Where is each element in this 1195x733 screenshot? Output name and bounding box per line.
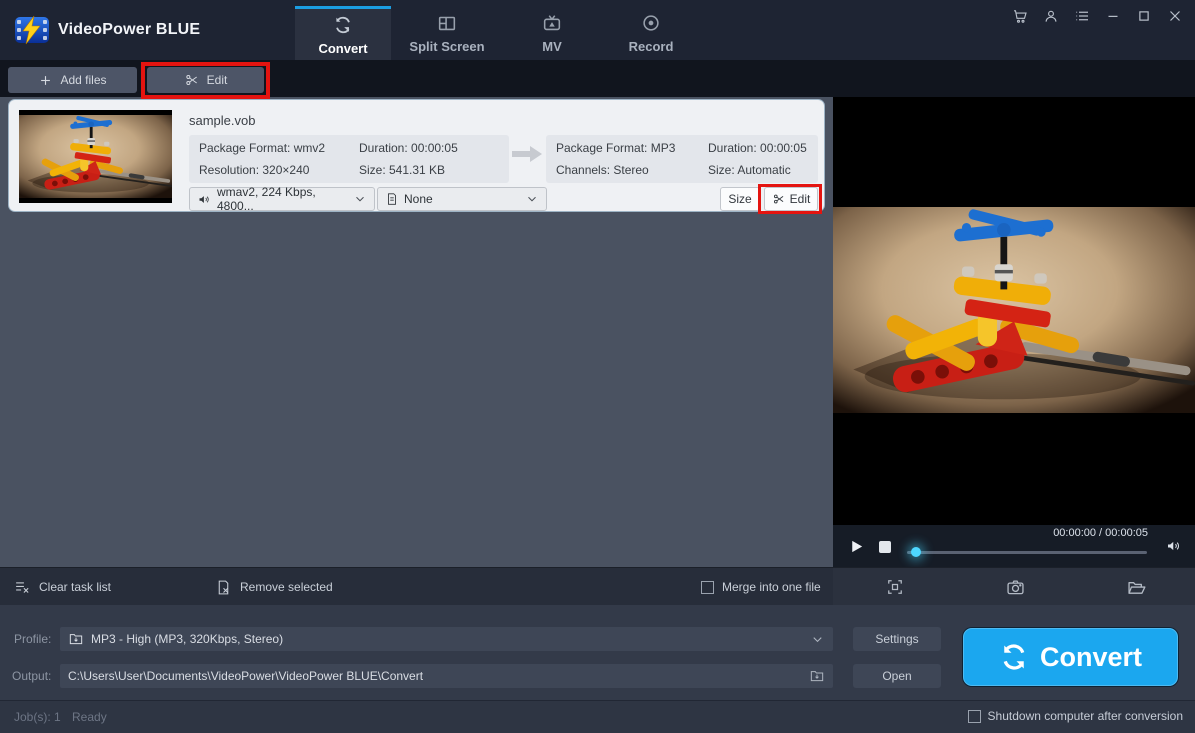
tab-convert[interactable]: Convert xyxy=(295,6,391,60)
camera-icon[interactable] xyxy=(1005,577,1026,598)
preview-tools-bar xyxy=(833,567,1195,605)
user-icon[interactable] xyxy=(1039,4,1063,28)
source-size: Size: 541.31 KB xyxy=(359,163,446,177)
output-path-field[interactable]: C:\Users\User\Documents\VideoPower\Video… xyxy=(60,664,833,688)
size-button[interactable]: Size xyxy=(720,187,760,211)
tab-label: Split Screen xyxy=(409,39,485,54)
remove-doc-icon xyxy=(215,579,232,596)
plus-icon xyxy=(38,73,53,88)
flow-arrow-icon xyxy=(510,144,544,164)
profile-value: MP3 - High (MP3, 320Kbps, Stereo) xyxy=(91,632,284,646)
chevron-down-icon xyxy=(353,192,367,206)
mv-tv-icon xyxy=(541,12,563,34)
clear-task-list-label: Clear task list xyxy=(39,580,112,594)
convert-button[interactable]: Convert xyxy=(963,628,1178,686)
remove-selected-button[interactable]: Remove selected xyxy=(215,568,333,606)
profile-folder-icon xyxy=(68,631,84,647)
remove-selected-label: Remove selected xyxy=(240,580,333,594)
open-button[interactable]: Open xyxy=(853,664,941,688)
volume-icon[interactable] xyxy=(1165,537,1183,555)
annotation-box-edit-item xyxy=(758,184,822,214)
video-preview[interactable] xyxy=(833,97,1195,525)
speaker-icon xyxy=(197,192,212,207)
chevron-down-icon xyxy=(525,192,539,206)
close-icon[interactable] xyxy=(1163,4,1187,28)
subtitle-select[interactable]: None xyxy=(377,187,547,211)
tab-label: Record xyxy=(628,39,674,54)
tab-split-screen[interactable]: Split Screen xyxy=(391,6,503,60)
settings-button[interactable]: Settings xyxy=(853,627,941,651)
app-logo-icon xyxy=(14,15,50,45)
menu-icon[interactable] xyxy=(1070,4,1094,28)
source-info-box: Package Format: wmv2 Duration: 00:00:05 … xyxy=(189,135,509,183)
file-list-panel: sample.vob Package Format: wmv2 Duration… xyxy=(0,97,833,567)
window-controls xyxy=(1008,4,1187,28)
annotation-box-edit-toolbar xyxy=(141,62,270,99)
target-package-format: Package Format: MP3 xyxy=(556,141,676,155)
fullscreen-icon[interactable] xyxy=(885,577,905,597)
file-list-item[interactable]: sample.vob Package Format: wmv2 Duration… xyxy=(8,99,825,214)
title-bar: VideoPower BLUE Convert Split Screen MV xyxy=(0,0,1195,60)
maximize-icon[interactable] xyxy=(1132,4,1156,28)
stop-button[interactable] xyxy=(879,541,891,553)
tab-label: MV xyxy=(542,39,562,54)
task-actions-bar: Clear task list Remove selected Merge in… xyxy=(0,567,833,605)
merge-label: Merge into one file xyxy=(722,580,821,594)
target-size: Size: Automatic xyxy=(708,163,791,177)
seek-thumb[interactable] xyxy=(911,547,921,557)
merge-checkbox[interactable] xyxy=(701,580,714,594)
profile-select[interactable]: MP3 - High (MP3, 320Kbps, Stereo) xyxy=(60,627,833,651)
add-files-button[interactable]: Add files xyxy=(8,67,137,93)
playback-time: 00:00:00 / 00:00:05 xyxy=(1053,527,1148,539)
output-settings-panel: Profile: MP3 - High (MP3, 320Kbps, Stere… xyxy=(0,605,1195,700)
shutdown-after-conversion-option[interactable]: Shutdown computer after conversion xyxy=(967,709,1183,723)
open-label: Open xyxy=(882,669,912,683)
video-thumbnail xyxy=(19,110,172,203)
seek-slider[interactable] xyxy=(907,547,1147,557)
output-folder-icon[interactable] xyxy=(809,668,825,684)
play-button[interactable] xyxy=(848,538,865,555)
video-frame xyxy=(833,207,1195,413)
record-icon xyxy=(640,12,662,34)
app-title: VideoPower BLUE xyxy=(58,21,201,38)
size-button-label: Size xyxy=(728,192,752,206)
tab-mv[interactable]: MV xyxy=(503,6,601,60)
convert-tab-icon xyxy=(332,14,354,36)
shutdown-label: Shutdown computer after conversion xyxy=(987,709,1183,723)
split-screen-icon xyxy=(436,12,458,34)
tab-record[interactable]: Record xyxy=(601,6,701,60)
chevron-down-icon xyxy=(810,632,825,647)
player-bar: 00:00:00 / 00:00:05 xyxy=(833,525,1195,567)
audio-track-value: wmav2, 224 Kbps, 4800... xyxy=(217,185,316,213)
output-path-value: C:\Users\User\Documents\VideoPower\Video… xyxy=(68,669,424,683)
source-resolution: Resolution: 320×240 xyxy=(199,163,310,177)
shutdown-checkbox[interactable] xyxy=(967,709,981,723)
minimize-icon[interactable] xyxy=(1101,4,1125,28)
target-channels: Channels: Stereo xyxy=(556,163,649,177)
cart-icon[interactable] xyxy=(1008,4,1032,28)
convert-label: Convert xyxy=(1039,641,1142,672)
merge-into-one-file-option[interactable]: Merge into one file xyxy=(701,568,821,606)
settings-label: Settings xyxy=(875,632,919,646)
refresh-icon xyxy=(999,642,1029,672)
source-package-format: Package Format: wmv2 xyxy=(199,141,326,155)
source-duration: Duration: 00:00:05 xyxy=(359,141,458,155)
clear-task-list-button[interactable]: Clear task list xyxy=(14,568,111,606)
status-bar: Job(s): 1 Ready Shutdown computer after … xyxy=(0,700,1195,733)
subtitle-value: None xyxy=(404,192,433,206)
target-info-box: Package Format: MP3 Duration: 00:00:05 C… xyxy=(546,135,818,183)
audio-track-select[interactable]: wmav2, 224 Kbps, 4800... xyxy=(189,185,375,213)
target-duration: Duration: 00:00:05 xyxy=(708,141,807,155)
add-files-label: Add files xyxy=(60,73,107,87)
subtitle-doc-icon xyxy=(385,192,399,206)
output-label: Output: xyxy=(12,669,52,683)
folder-open-icon[interactable] xyxy=(1126,577,1147,598)
profile-label: Profile: xyxy=(14,632,52,646)
jobs-count: Job(s): 1 xyxy=(14,710,61,724)
clear-list-icon xyxy=(14,579,31,596)
tab-label: Convert xyxy=(318,40,368,56)
file-name: sample.vob xyxy=(189,113,256,128)
status-state: Ready xyxy=(72,710,107,724)
